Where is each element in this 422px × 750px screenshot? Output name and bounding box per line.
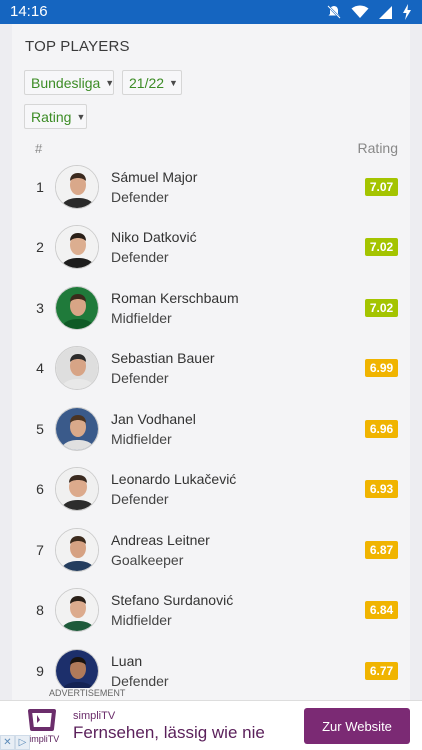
adchoices[interactable]: ✕ ▷ [0, 735, 30, 750]
player-position: Defender [111, 249, 169, 265]
ad-cta-button[interactable]: Zur Website [304, 708, 410, 744]
player-row[interactable]: 8 Stefano Surdanović Midfielder 6.84 [12, 582, 410, 642]
ad-slogan: Fernsehen, lässig wie nie [73, 723, 265, 742]
advertisement-label: ADVERTISEMENT [47, 688, 128, 698]
battery-charging-icon [402, 4, 412, 20]
rating-badge: 7.02 [365, 238, 398, 256]
player-row[interactable]: 6 Leonardo Lukačević Defender 6.93 [12, 461, 410, 521]
player-rank: 2 [36, 239, 44, 255]
player-row[interactable]: 1 Sámuel Major Defender 7.07 [12, 159, 410, 219]
player-avatar [55, 225, 99, 269]
player-rank: 7 [36, 542, 44, 558]
league-dropdown-label: Bundesliga [31, 74, 101, 91]
rating-column-header[interactable]: Rating [358, 140, 398, 156]
player-name: Sámuel Major [111, 169, 198, 185]
player-rank: 8 [36, 602, 44, 618]
player-position: Defender [111, 491, 169, 507]
signal-icon [378, 5, 393, 20]
player-position: Goalkeeper [111, 552, 184, 568]
player-avatar [55, 649, 99, 693]
player-position: Midfielder [111, 612, 172, 628]
wifi-icon [351, 5, 369, 19]
player-avatar [55, 528, 99, 572]
player-rank: 4 [36, 360, 44, 376]
status-icons [326, 3, 412, 21]
player-name: Luan [111, 653, 143, 669]
adchoices-icon[interactable]: ▷ [15, 735, 30, 750]
rating-badge: 6.96 [365, 420, 398, 438]
player-row[interactable]: 4 Sebastian Bauer Defender 6.99 [12, 340, 410, 400]
player-name: Niko Datković [111, 229, 197, 245]
player-avatar [55, 286, 99, 330]
status-time: 14:16 [10, 3, 48, 20]
player-name: Jan Vodhanel [111, 411, 196, 427]
chevron-down-icon: ▼ [105, 77, 115, 88]
player-position: Defender [111, 189, 169, 205]
notifications-muted-icon [326, 4, 342, 20]
section-title: TOP PLAYERS [25, 38, 130, 55]
season-dropdown[interactable]: 21/22 ▼ [122, 70, 182, 95]
player-row[interactable]: 5 Jan Vodhanel Midfielder 6.96 [12, 401, 410, 461]
ad-banner[interactable]: simpliTV simpliTV Fernsehen, lässig wie … [0, 700, 422, 750]
sort-dropdown[interactable]: Rating ▼ [24, 104, 87, 129]
close-ad-icon[interactable]: ✕ [0, 735, 15, 750]
rating-badge: 7.02 [365, 299, 398, 317]
player-position: Midfielder [111, 431, 172, 447]
ad-brand: simpliTV [73, 710, 116, 722]
player-name: Andreas Leitner [111, 532, 210, 548]
player-avatar [55, 407, 99, 451]
rating-badge: 6.99 [365, 359, 398, 377]
player-row[interactable]: 3 Roman Kerschbaum Midfielder 7.02 [12, 280, 410, 340]
rating-badge: 6.93 [365, 480, 398, 498]
player-rank: 6 [36, 481, 44, 497]
chevron-down-icon: ▼ [169, 77, 178, 88]
top-players-card: TOP PLAYERS Bundesliga ▼ 21/22 ▼ Rating … [12, 24, 410, 700]
player-avatar [55, 346, 99, 390]
player-row[interactable]: 7 Andreas Leitner Goalkeeper 6.87 [12, 522, 410, 582]
player-position: Defender [111, 370, 169, 386]
player-avatar [55, 588, 99, 632]
player-position: Midfielder [111, 310, 172, 326]
rating-badge: 6.87 [365, 541, 398, 559]
status-bar: 14:16 [0, 0, 422, 24]
sort-dropdown-label: Rating [31, 108, 72, 125]
player-rank: 1 [36, 179, 44, 195]
player-row[interactable]: 2 Niko Datković Defender 7.02 [12, 219, 410, 279]
rank-column-header: # [35, 141, 43, 156]
rating-badge: 6.84 [365, 601, 398, 619]
player-avatar [55, 165, 99, 209]
chevron-down-icon: ▼ [76, 111, 86, 122]
rating-badge: 6.77 [365, 662, 398, 680]
player-position: Defender [111, 673, 169, 689]
player-rank: 5 [36, 421, 44, 437]
player-rank: 9 [36, 663, 44, 679]
player-avatar [55, 467, 99, 511]
player-name: Stefano Surdanović [111, 592, 234, 608]
league-dropdown[interactable]: Bundesliga ▼ [24, 70, 114, 95]
player-name: Leonardo Lukačević [111, 471, 237, 487]
rating-badge: 7.07 [365, 178, 398, 196]
player-rank: 3 [36, 300, 44, 316]
player-name: Roman Kerschbaum [111, 290, 239, 306]
season-dropdown-label: 21/22 [129, 74, 165, 91]
player-name: Sebastian Bauer [111, 350, 215, 366]
